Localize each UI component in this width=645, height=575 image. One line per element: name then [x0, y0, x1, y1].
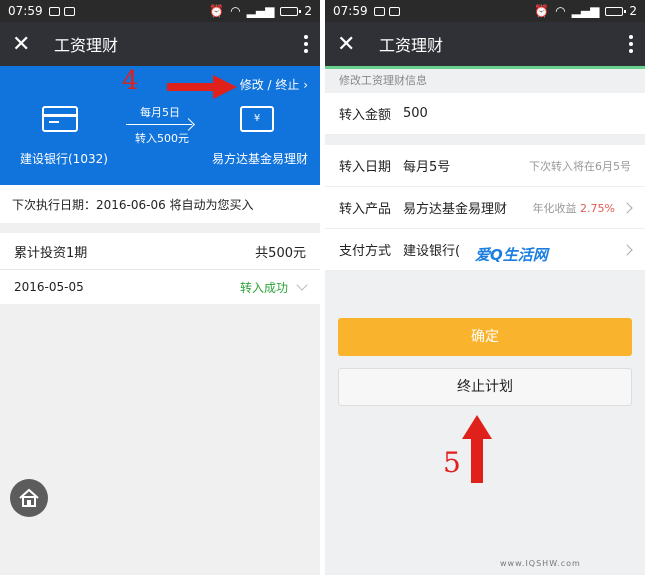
plan-summary-panel: 4 修改 / 终止 › 建设银行(1032) 每月5日 转入500元 ¥ 易方达…: [0, 66, 320, 185]
chevron-down-icon[interactable]: [296, 279, 308, 291]
left-screen: 07:59 ⏰ ◠ ▂▄▆ 2 ✕ 工资理财 4 修改 / 终止 › 建设银行(…: [0, 0, 320, 575]
home-icon: [19, 488, 39, 507]
battery-level: 2: [629, 4, 637, 18]
battery-icon: [280, 6, 302, 16]
watermark-logo: 爱Q生活网: [475, 246, 548, 264]
date-value: 每月5号: [403, 160, 451, 175]
transfer-arrow-icon: [126, 124, 192, 125]
wifi-icon: ◠: [230, 4, 241, 18]
next-execution-info: 下次执行日期：2016-06-06 将自动为您买入: [0, 185, 320, 223]
fund-ticket-icon: ¥: [240, 106, 274, 132]
status-bar: 07:59 ⏰ ◠ ▂▄▆ 2: [325, 0, 645, 22]
status-bar: 07:59 ⏰ ◠ ▂▄▆ 2: [0, 0, 320, 22]
product-label: 转入产品: [339, 202, 392, 217]
bank-card-icon: [42, 106, 78, 132]
amount-label: 转入金额: [339, 108, 392, 123]
battery-icon: [605, 6, 627, 16]
annual-yield-value: 2.75%: [580, 201, 615, 215]
chevron-right-icon[interactable]: [621, 243, 633, 256]
top-bar: ✕ 工资理财: [0, 22, 320, 66]
top-bar: ✕ 工资理财: [325, 22, 645, 66]
image-icon: [63, 6, 75, 16]
wifi-icon: ◠: [555, 4, 566, 18]
status-time: 07:59: [333, 4, 368, 18]
date-row[interactable]: 转入日期 每月5号 下次转入将在6月5号: [325, 145, 645, 187]
product-value: 易方达基金易理财: [403, 202, 508, 217]
watermark-url: www.IQSHW.com: [500, 559, 581, 568]
step-annotation: 5: [443, 446, 461, 479]
alarm-icon: ⏰: [209, 4, 225, 18]
payment-value: 建设银行(: [403, 244, 461, 259]
investment-records: 累计投资1期 共500元 2016-05-05 转入成功: [0, 233, 320, 304]
investment-summary-row: 累计投资1期 共500元: [0, 233, 320, 270]
status-time: 07:59: [8, 4, 43, 18]
record-date: 2016-05-05: [14, 280, 84, 294]
image-icon: [388, 6, 400, 16]
section-title: 修改工资理财信息: [339, 74, 427, 87]
red-arrow-right-icon: [167, 75, 237, 99]
schedule-label: 每月5日: [140, 106, 180, 119]
amount-row[interactable]: 转入金额 500: [325, 93, 645, 135]
alarm-icon: ⏰: [534, 4, 550, 18]
bank-name: 建设银行(1032): [20, 152, 108, 166]
confirm-button[interactable]: 确定: [338, 318, 632, 356]
more-menu-icon[interactable]: [304, 35, 308, 53]
close-icon[interactable]: ✕: [12, 32, 44, 57]
more-menu-icon[interactable]: [629, 35, 633, 53]
amount-label: 转入500元: [135, 132, 189, 145]
chevron-right-icon[interactable]: [621, 201, 633, 214]
red-arrow-up-icon: [462, 415, 492, 483]
fund-name: 易方达基金易理财: [212, 152, 309, 166]
modify-stop-link[interactable]: 修改 / 终止 ›: [240, 76, 308, 93]
message-icon: [48, 6, 60, 16]
date-label: 转入日期: [339, 160, 392, 175]
record-status: 转入成功: [239, 280, 288, 295]
close-icon[interactable]: ✕: [337, 32, 369, 57]
next-transfer-note: 下次转入将在6月5号: [529, 159, 631, 173]
amount-value: 500: [403, 106, 428, 121]
summary-label: 累计投资1期: [14, 245, 88, 261]
payment-label: 支付方式: [339, 244, 392, 259]
record-row[interactable]: 2016-05-05 转入成功: [0, 270, 320, 304]
page-title: 工资理财: [379, 36, 444, 55]
right-screen: 07:59 ⏰ ◠ ▂▄▆ 2 ✕ 工资理财 修改工资理财信息 转入金额 500…: [325, 0, 645, 575]
step-annotation: 4: [122, 66, 139, 96]
home-button[interactable]: [10, 479, 48, 517]
page-title: 工资理财: [54, 36, 119, 55]
annual-yield-note: 年化收益 2.75%: [532, 201, 615, 215]
battery-level: 2: [304, 4, 312, 18]
product-row[interactable]: 转入产品 易方达基金易理财 年化收益 2.75%: [325, 187, 645, 229]
signal-icon: ▂▄▆: [571, 4, 600, 18]
summary-total: 共500元: [255, 245, 306, 261]
message-icon: [373, 6, 385, 16]
stop-plan-button[interactable]: 终止计划: [338, 368, 632, 406]
signal-icon: ▂▄▆: [246, 4, 275, 18]
